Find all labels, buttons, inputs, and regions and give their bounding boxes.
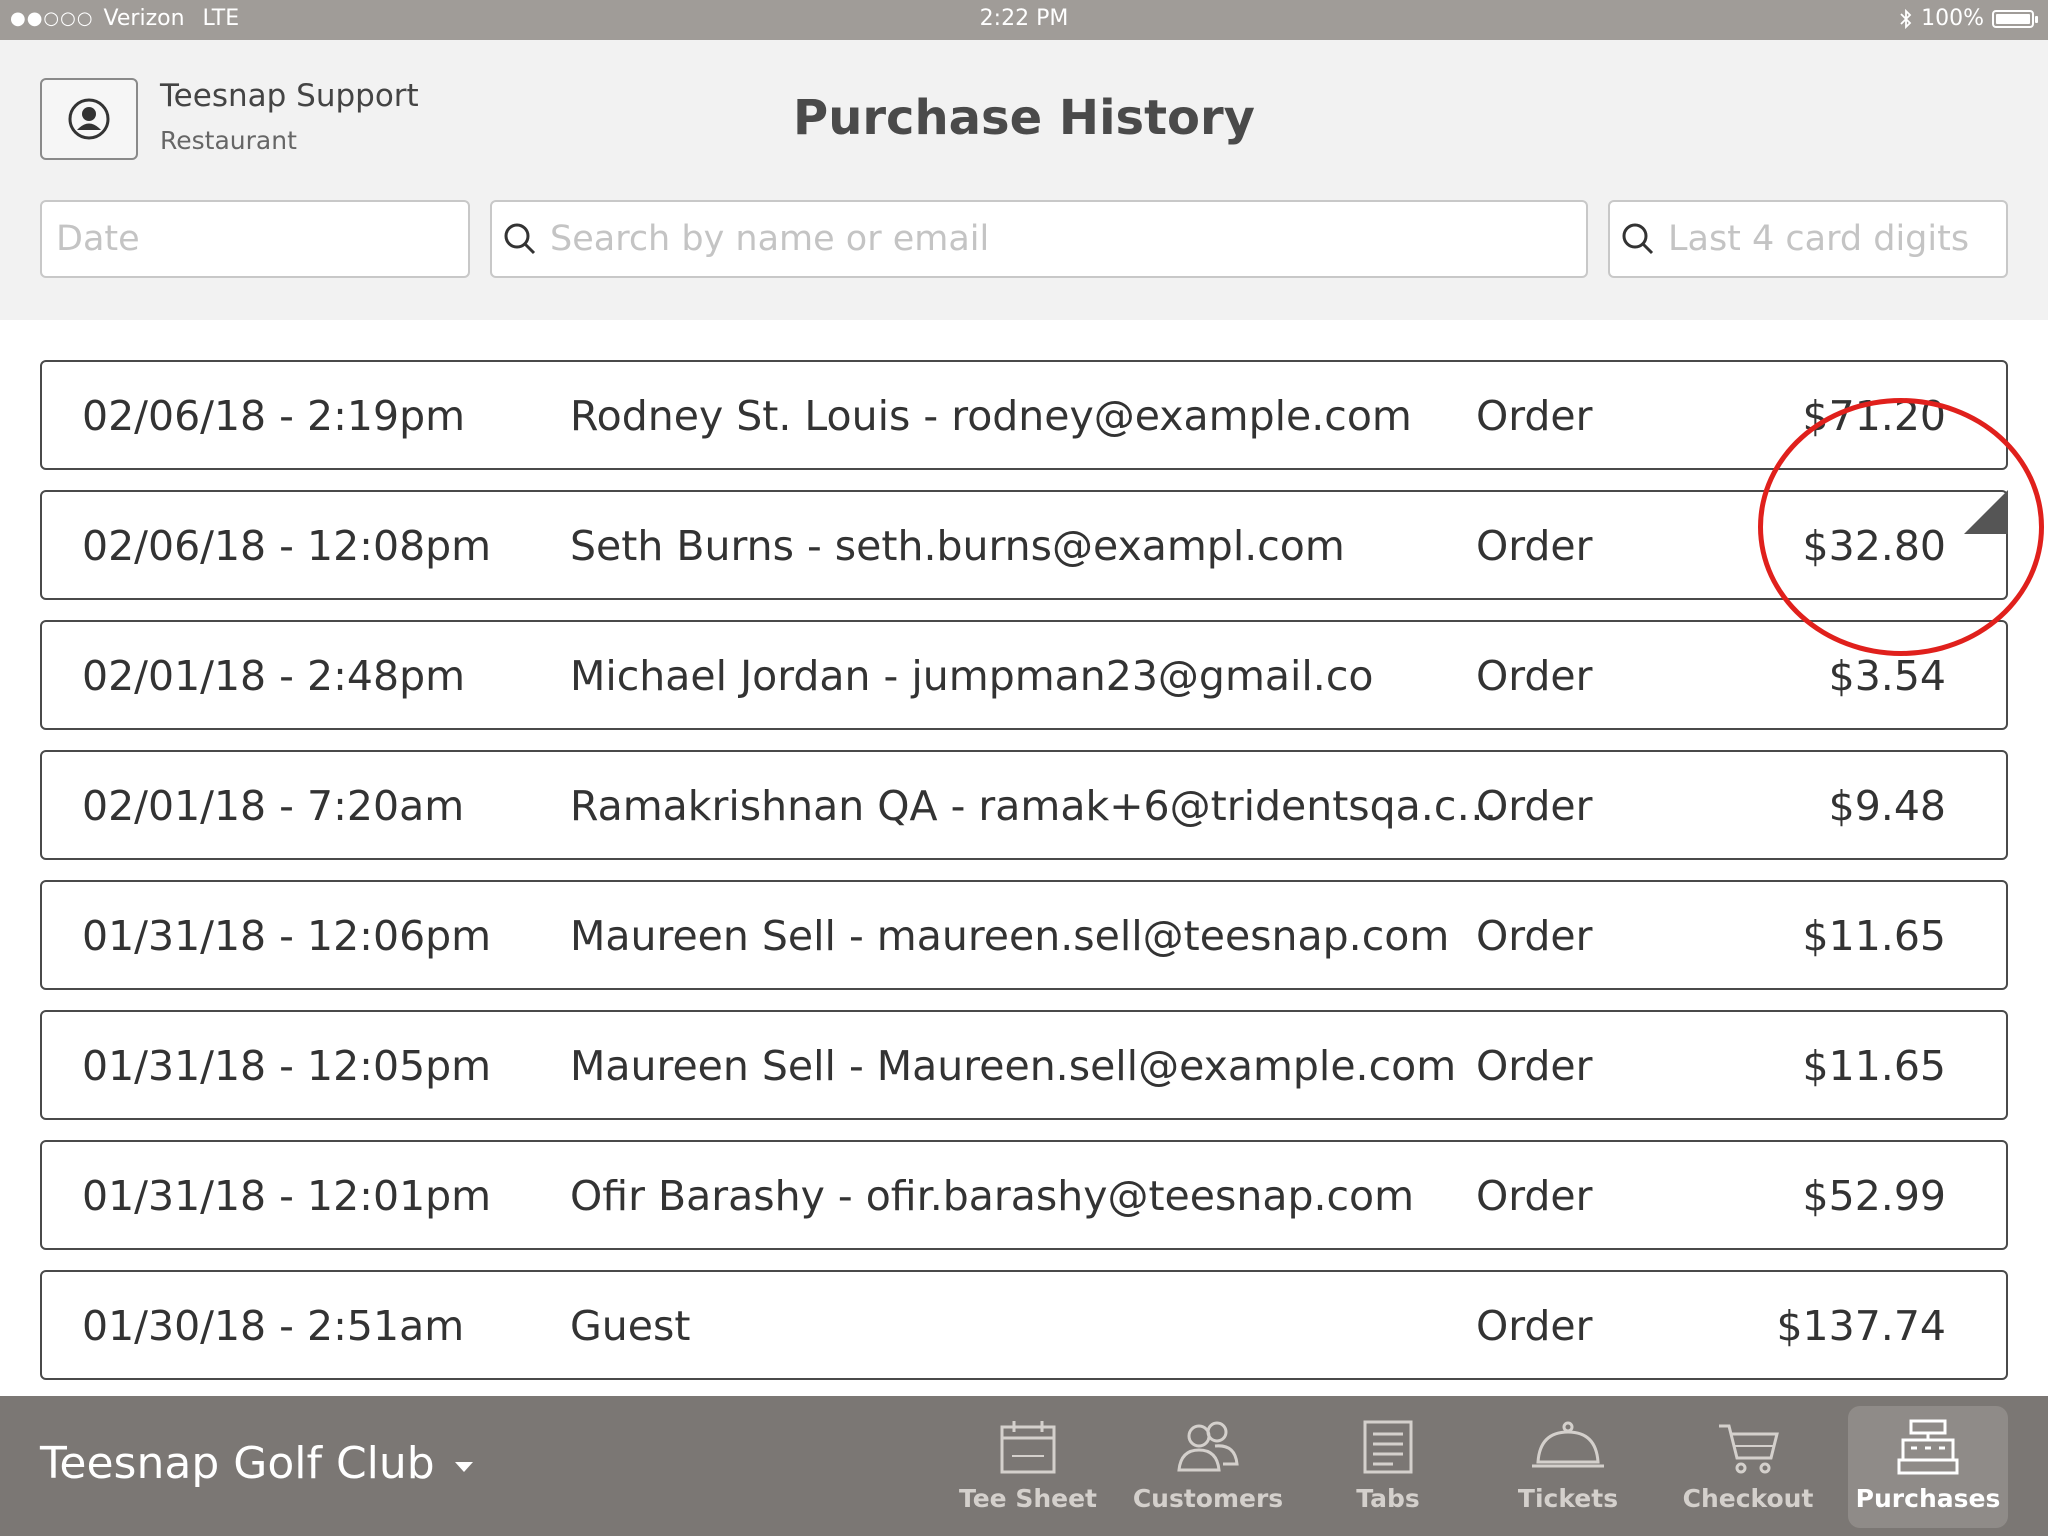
purchase-type: Order [1476,652,1593,700]
register-icon [1897,1419,1959,1475]
purchase-customer: Ramakrishnan QA - ramak+6@tridentsqa.c… [570,782,1498,830]
purchase-type: Order [1476,392,1593,440]
purchase-customer: Michael Jordan - jumpman23@gmail.co [570,652,1374,700]
purchase-type: Order [1476,1302,1593,1350]
cloche-icon [1532,1421,1604,1468]
purchase-date: 01/31/18 - 12:06pm [82,912,492,960]
purchase-row[interactable]: 01/31/18 - 12:06pm Maureen Sell - mauree… [40,880,2008,990]
purchase-list: 02/06/18 - 2:19pm Rodney St. Louis - rod… [40,360,2008,1400]
purchase-amount: $11.65 [1802,1042,1946,1090]
battery-level [1996,13,2030,24]
purchase-date: 01/31/18 - 12:01pm [82,1172,492,1220]
tab-label: Purchases [1855,1484,2001,1513]
purchase-row[interactable]: 02/01/18 - 7:20am Ramakrishnan QA - rama… [40,750,2008,860]
purchase-customer: Maureen Sell - Maureen.sell@example.com [570,1042,1457,1090]
calendar-icon [1000,1421,1056,1474]
page-title: Purchase History [793,90,1255,146]
receipt-icon [1363,1420,1413,1474]
header: Teesnap Support Restaurant Purchase Hist… [0,40,2048,320]
purchase-row[interactable]: 02/06/18 - 12:08pm Seth Burns - seth.bur… [40,490,2008,600]
cart-icon [1719,1424,1779,1474]
purchase-type: Order [1476,1172,1593,1220]
tab-tee-sheet[interactable]: Tee Sheet [948,1406,1108,1528]
purchase-customer: Ofir Barashy - ofir.barashy@teesnap.com [570,1172,1415,1220]
purchase-row[interactable]: 02/01/18 - 2:48pm Michael Jordan - jumpm… [40,620,2008,730]
tab-checkout[interactable]: Checkout [1668,1406,1828,1528]
purchase-amount: $9.48 [1828,782,1946,830]
purchase-row[interactable]: 01/31/18 - 12:01pm Ofir Barashy - ofir.b… [40,1140,2008,1250]
purchase-type: Order [1476,522,1593,570]
tab-label: Tee Sheet [958,1484,1097,1513]
bottom-nav: Teesnap Golf Club Tee Sheet Customers Ta… [0,1396,2048,1536]
tab-label: Checkout [1682,1484,1814,1513]
purchase-amount: $11.65 [1802,912,1946,960]
tab-label: Tickets [1517,1484,1619,1513]
tab-purchases[interactable]: Purchases [1848,1406,2008,1528]
purchase-date: 01/30/18 - 2:51am [82,1302,465,1350]
purchase-customer: Maureen Sell - maureen.sell@teesnap.com [570,912,1450,960]
card-digits-field[interactable] [1608,200,2008,278]
purchase-date: 02/06/18 - 12:08pm [82,522,492,570]
search-icon [504,223,536,255]
club-name: Teesnap Golf Club [40,1438,435,1489]
purchase-type: Order [1476,782,1593,830]
purchase-row[interactable]: 01/31/18 - 12:05pm Maureen Sell - Mauree… [40,1010,2008,1120]
purchase-row[interactable]: 01/30/18 - 2:51am Guest Order $137.74 [40,1270,2008,1380]
date-filter[interactable] [40,200,470,278]
tab-label: Tabs [1356,1484,1420,1513]
users-icon [1177,1421,1239,1472]
battery-percent: 100% [1921,6,1984,31]
chevron-down-icon [454,1461,473,1472]
purchase-date: 02/06/18 - 2:19pm [82,392,466,440]
purchase-date: 02/01/18 - 2:48pm [82,652,466,700]
purchase-customer: Guest [570,1302,691,1350]
search-input[interactable] [550,219,1586,259]
purchase-amount: $52.99 [1802,1172,1946,1220]
purchase-type: Order [1476,912,1593,960]
corner-fold-marker [1964,490,2008,534]
battery-icon [1992,9,2038,28]
purchase-row[interactable]: 02/06/18 - 2:19pm Rodney St. Louis - rod… [40,360,2008,470]
purchase-amount: $32.80 [1802,522,1946,570]
status-time: 2:22 PM [979,6,1069,31]
purchase-customer: Seth Burns - seth.burns@exampl.com [570,522,1345,570]
purchase-date: 02/01/18 - 7:20am [82,782,465,830]
purchase-amount: $71.20 [1802,392,1946,440]
tab-label: Customers [1132,1484,1284,1513]
card-digits-input[interactable] [1668,219,2006,259]
purchase-amount: $137.74 [1776,1302,1946,1350]
search-icon [1622,223,1654,255]
tab-customers[interactable]: Customers [1128,1406,1288,1528]
purchase-type: Order [1476,1042,1593,1090]
search-field[interactable] [490,200,1588,278]
club-selector[interactable]: Teesnap Golf Club [40,1438,473,1489]
purchase-date: 01/31/18 - 12:05pm [82,1042,492,1090]
purchase-amount: $3.54 [1828,652,1946,700]
bluetooth-icon [1900,8,1912,29]
date-input[interactable] [56,219,468,259]
purchase-customer: Rodney St. Louis - rodney@example.com [570,392,1412,440]
tab-tabs[interactable]: Tabs [1308,1406,1468,1528]
status-bar: ●●○○○ Verizon LTE 2:22 PM 100% [0,0,2048,40]
tab-tickets[interactable]: Tickets [1488,1406,1648,1528]
